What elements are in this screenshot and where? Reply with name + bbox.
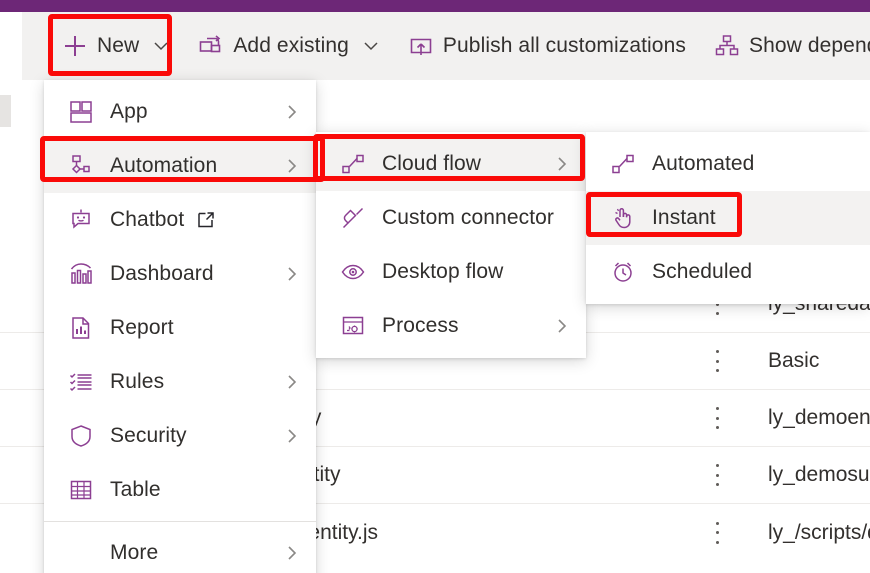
menu-item-label: Dashboard [110, 262, 214, 285]
dashboard-icon [66, 259, 96, 289]
menu-item-label: Desktop flow [382, 260, 504, 283]
row-more-icon[interactable] [709, 407, 725, 429]
chevron-right-icon [282, 372, 302, 392]
chevron-right-icon [552, 316, 572, 336]
menu-item-label: Scheduled [652, 260, 753, 283]
menu-item-label: Table [110, 478, 161, 501]
menu-item-label: App [110, 100, 148, 123]
menu-item-app[interactable]: App [44, 85, 316, 139]
menu-item-automated[interactable]: Automated [586, 137, 870, 191]
command-bar-left-gutter [0, 12, 22, 80]
add-existing-label: Add existing [233, 34, 349, 57]
menu-item-label: Cloud flow [382, 152, 482, 175]
row-more-icon[interactable] [709, 521, 725, 544]
menu-item-scheduled[interactable]: Scheduled [586, 245, 870, 299]
show-dependencies-label: Show dependen [748, 34, 870, 57]
report-icon [66, 313, 96, 343]
menu-item-label: Process [382, 314, 459, 337]
menu-item-label: Security [110, 424, 187, 447]
table-icon [66, 475, 96, 505]
rules-icon [66, 367, 96, 397]
menu-item-desktop-flow[interactable]: Desktop flow [316, 245, 586, 299]
menu-item-rules[interactable]: Rules [44, 355, 316, 409]
menu-item-automation[interactable]: Automation [44, 139, 316, 193]
desktop-flow-icon [338, 257, 368, 287]
show-dependencies-icon [714, 33, 740, 59]
row-type: ly_demosube [768, 463, 870, 486]
app-root: ly_sharedazu Basic ty ly_demoenti Entity… [0, 0, 870, 573]
chevron-right-icon [282, 102, 302, 122]
menu-item-dashboard[interactable]: Dashboard [44, 247, 316, 301]
publish-all-customizations-button[interactable]: Publish all customizations [394, 24, 700, 68]
external-link-icon [196, 210, 216, 230]
menu-item-label: Instant [652, 206, 716, 229]
menu-divider [44, 521, 316, 522]
custom-connector-icon [338, 203, 368, 233]
menu-item-instant[interactable]: Instant [586, 191, 870, 245]
chatbot-icon [66, 205, 96, 235]
row-type: ly_/scripts/de [768, 520, 870, 544]
show-dependencies-button[interactable]: Show dependen [700, 24, 870, 68]
process-icon [338, 311, 368, 341]
app-brand-bar [0, 0, 870, 12]
menu-item-label: Automation [110, 154, 218, 177]
new-button-label: New [97, 34, 140, 57]
app-grid-icon [66, 97, 96, 127]
menu-item-label: Rules [110, 370, 165, 393]
chevron-right-icon [552, 154, 572, 174]
command-bar-items: New Add existing Publish all customizati… [48, 12, 870, 80]
menu-item-label: Chatbot [110, 208, 185, 231]
chevron-right-icon [282, 426, 302, 446]
menu-item-more[interactable]: More [44, 526, 316, 573]
alarm-clock-icon [608, 257, 638, 287]
add-existing-button[interactable]: Add existing [184, 24, 394, 68]
row-type: Basic [768, 349, 820, 372]
menu-item-process[interactable]: Process [316, 299, 586, 353]
menu-item-table[interactable]: Table [44, 463, 316, 517]
menu-item-custom-connector[interactable]: Custom connector [316, 191, 586, 245]
instant-hand-icon [608, 203, 638, 233]
row-more-icon[interactable] [709, 464, 725, 486]
chevron-right-icon [282, 156, 302, 176]
menu-item-report[interactable]: Report [44, 301, 316, 355]
menu-item-chatbot[interactable]: Chatbot [44, 193, 316, 247]
cloud-flow-icon [338, 149, 368, 179]
cloud-flow-submenu: Automated Instant Scheduled [586, 132, 870, 304]
plus-icon [62, 33, 88, 59]
new-button[interactable]: New [48, 24, 184, 68]
chevron-down-icon[interactable] [362, 37, 380, 55]
add-existing-icon [198, 33, 224, 59]
chevron-right-icon [282, 264, 302, 284]
chevron-down-icon[interactable] [152, 37, 170, 55]
publish-label: Publish all customizations [442, 34, 686, 57]
menu-item-cloud-flow[interactable]: Cloud flow [316, 137, 586, 191]
new-menu: App Automation Chatbot Dashboard Report … [44, 80, 316, 573]
menu-item-label: More [110, 541, 159, 564]
automated-flow-icon [608, 149, 638, 179]
chevron-right-icon [282, 543, 302, 563]
automation-submenu: Cloud flow Custom connector Desktop flow… [316, 132, 586, 358]
automation-icon [66, 151, 96, 181]
menu-item-security[interactable]: Security [44, 409, 316, 463]
shield-icon [66, 421, 96, 451]
menu-item-label: Report [110, 316, 174, 339]
left-rail-stub [0, 95, 11, 127]
row-more-icon[interactable] [709, 350, 725, 372]
publish-icon [408, 33, 434, 59]
menu-item-label: Custom connector [382, 206, 555, 229]
row-type: ly_demoenti [768, 406, 870, 429]
menu-item-label: Automated [652, 152, 755, 175]
